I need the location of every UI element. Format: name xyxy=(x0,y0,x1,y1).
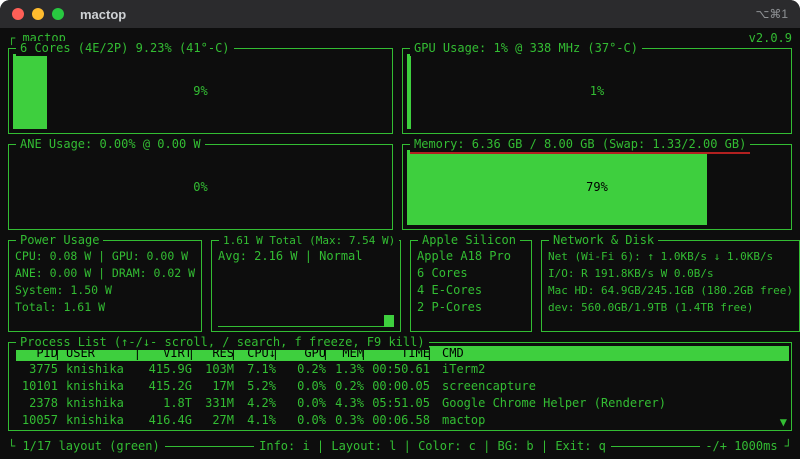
process-time: 05:51.05 xyxy=(372,396,430,410)
process-user: knishika xyxy=(66,362,124,376)
ane-usage-percent: 0% xyxy=(193,180,208,194)
keybind-hints: Info: i | Layout: l | Color: c | BG: b |… xyxy=(259,439,606,453)
process-cmd: screencapture xyxy=(442,379,536,393)
process-time: 00:50.61 xyxy=(372,362,430,376)
power-panel-title: Power Usage xyxy=(16,233,104,248)
process-pid: 3775 xyxy=(29,362,58,376)
apple-silicon-panel: Apple Silicon Apple A18 Pro 6 Cores 4 E-… xyxy=(410,233,533,332)
process-time: 00:06.58 xyxy=(372,413,430,427)
app-window: mactop ⌥⌘1 ┌ mactop v2.0.9 6 Cores (4E/2… xyxy=(0,0,800,459)
p-core-count: 2 P-Cores xyxy=(417,300,483,314)
disk-machd-line: Mac HD: 64.9GB/245.1GB (180.2GB free) xyxy=(548,284,794,297)
window-titlebar[interactable]: mactop ⌥⌘1 xyxy=(0,0,800,28)
disk-dev-line: dev: 560.0GB/1.9TB (1.4TB free) xyxy=(548,301,754,314)
header-cmd: CMD xyxy=(442,346,464,360)
refresh-interval: -/+ 1000ms ┘ xyxy=(705,439,793,453)
process-mem: 0.3% xyxy=(335,413,364,427)
ane-panel-title: ANE Usage: 0.00% @ 0.00 W xyxy=(16,137,205,152)
app-version: v2.0.9 xyxy=(748,31,792,45)
cpu-panel-title: 6 Cores (4E/2P) 9.23% (41°-C) xyxy=(16,41,234,56)
power-usage-panel: Power Usage CPU: 0.08 W | GPU: 0.00 W AN… xyxy=(8,233,203,332)
network-disk-panel: Network & Disk Net (Wi-Fi 6): ↑ 1.0KB/s … xyxy=(541,233,800,332)
chip-name: Apple A18 Pro xyxy=(417,249,511,263)
process-gpu: 0.0% xyxy=(297,379,326,393)
close-button[interactable] xyxy=(12,8,24,20)
power-gauge-track xyxy=(218,326,395,327)
power-total-panel: 1.61 W Total (Max: 7.54 W) Avg: 2.16 W |… xyxy=(211,233,402,332)
cpu-usage-percent: 9% xyxy=(193,84,208,98)
process-cmd: mactop xyxy=(442,413,486,427)
process-res: 27M xyxy=(212,413,234,427)
power-line-ane-dram: ANE: 0.00 W | DRAM: 0.02 W xyxy=(15,266,196,280)
process-gpu: 0.2% xyxy=(297,362,326,376)
process-res: 103M xyxy=(205,362,234,376)
process-user: knishika xyxy=(66,379,124,393)
power-gauge-cap xyxy=(384,315,395,327)
traffic-lights xyxy=(12,8,64,20)
status-divider-line xyxy=(164,445,255,447)
window-shortcut-badge: ⌥⌘1 xyxy=(755,7,788,21)
ane-usage-panel: ANE Usage: 0.00% @ 0.00 W 0% xyxy=(8,137,393,230)
network-disk-title: Network & Disk xyxy=(549,233,659,248)
power-gauge xyxy=(218,315,395,327)
gpu-usage-panel: GPU Usage: 1% @ 338 MHz (37°-C) 1% xyxy=(402,41,792,134)
memory-panel-title: Memory: 6.36 GB / 8.00 GB (Swap: 1.33/2.… xyxy=(410,137,751,154)
scroll-down-indicator[interactable]: ▼ xyxy=(780,415,787,429)
status-divider-line xyxy=(610,445,701,447)
memory-usage-percent: 79% xyxy=(586,180,608,194)
power-avg-line: Avg: 2.16 W | Normal xyxy=(218,249,363,263)
process-user: knishika xyxy=(66,413,124,427)
power-line-system: System: 1.50 W xyxy=(15,283,112,297)
e-core-count: 4 E-Cores xyxy=(417,283,483,297)
process-row: 3775 knishika 415.9G 103M 7.1% 0.2% 1.3%… xyxy=(9,361,791,378)
net-throughput-line: Net (Wi-Fi 6): ↑ 1.0KB/s ↓ 1.0KB/s xyxy=(548,250,774,263)
layout-indicator: └ 1/17 layout (green) xyxy=(8,439,160,453)
apple-silicon-title: Apple Silicon xyxy=(418,233,520,248)
power-line-cpu-gpu: CPU: 0.08 W | GPU: 0.00 W xyxy=(15,249,189,263)
process-row: 10101 knishika 415.2G 17M 5.2% 0.0% 0.2%… xyxy=(9,378,791,395)
process-cmd: iTerm2 xyxy=(442,362,486,376)
window-title: mactop xyxy=(80,6,127,22)
process-mem: 1.3% xyxy=(335,362,364,376)
gpu-usage-percent: 1% xyxy=(589,84,605,98)
power-total-title: 1.61 W Total (Max: 7.54 W) xyxy=(219,233,400,248)
cpu-usage-panel: 6 Cores (4E/2P) 9.23% (41°-C) 9% xyxy=(8,41,393,134)
memory-usage-panel: Memory: 6.36 GB / 8.00 GB (Swap: 1.33/2.… xyxy=(402,137,792,230)
power-line-total: Total: 1.61 W xyxy=(15,300,106,314)
process-res: 331M xyxy=(205,396,234,410)
zoom-button[interactable] xyxy=(52,8,64,20)
process-cmd: Google Chrome Helper (Renderer) xyxy=(442,396,666,410)
process-cpu: 4.1% xyxy=(247,413,276,427)
process-mem: 0.2% xyxy=(335,379,364,393)
process-cpu: 5.2% xyxy=(247,379,276,393)
process-pid: 10057 xyxy=(21,413,58,427)
process-cpu: 7.1% xyxy=(247,362,276,376)
process-virt: 1.8T xyxy=(163,396,192,410)
process-row: 10057 knishika 416.4G 27M 4.1% 0.0% 0.3%… xyxy=(9,412,791,429)
core-count: 6 Cores xyxy=(417,266,468,280)
process-row: 2378 knishika 1.8T 331M 4.2% 0.0% 4.3% 0… xyxy=(9,395,791,412)
process-gpu: 0.0% xyxy=(297,396,326,410)
process-virt: 415.9G xyxy=(148,362,192,376)
process-virt: 415.2G xyxy=(148,379,192,393)
gpu-panel-title: GPU Usage: 1% @ 338 MHz (37°-C) xyxy=(410,41,642,56)
process-gpu: 0.0% xyxy=(297,413,326,427)
process-cpu: 4.2% xyxy=(247,396,276,410)
disk-io-line: I/O: R 191.8KB/s W 0.0B/s xyxy=(548,267,714,280)
process-res: 17M xyxy=(212,379,234,393)
process-virt: 416.4G xyxy=(148,413,192,427)
process-list-panel: Process List (↑-/↓- scroll, / search, f … xyxy=(8,335,792,431)
process-list-title: Process List (↑-/↓- scroll, / search, f … xyxy=(16,335,429,350)
minimize-button[interactable] xyxy=(32,8,44,20)
status-bar: └ 1/17 layout (green) Info: i | Layout: … xyxy=(8,437,792,455)
process-pid: 2378 xyxy=(29,396,58,410)
process-time: 00:00.05 xyxy=(372,379,430,393)
process-user: knishika xyxy=(66,396,124,410)
process-mem: 4.3% xyxy=(335,396,364,410)
process-pid: 10101 xyxy=(21,379,58,393)
terminal-content: ┌ mactop v2.0.9 6 Cores (4E/2P) 9.23% (4… xyxy=(0,28,800,459)
